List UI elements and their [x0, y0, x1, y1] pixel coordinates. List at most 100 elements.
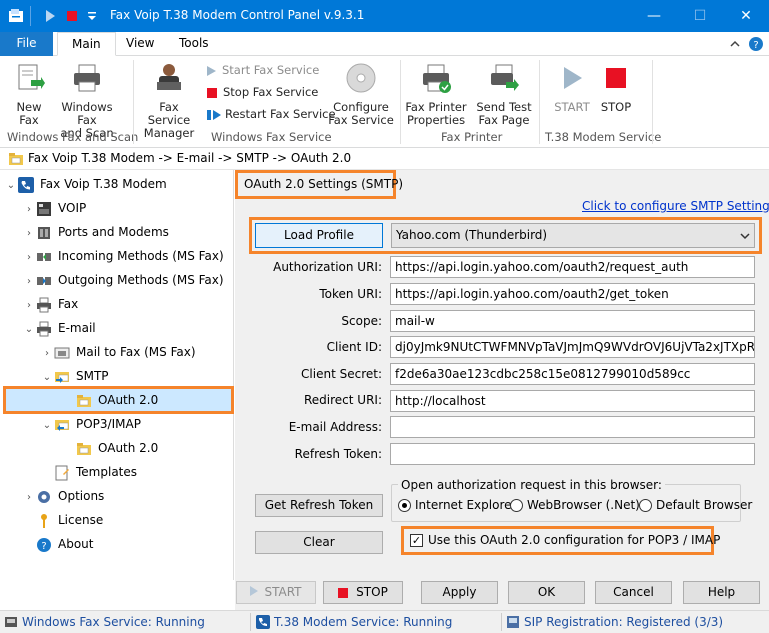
ribbon-start-button[interactable]: START — [552, 62, 592, 114]
minimize-button[interactable]: — — [631, 0, 677, 32]
client-id-field[interactable]: dj0yJmk9NUtCTWFMNVpTaVJmJmQ9WVdrOVJ6UjVT… — [390, 336, 755, 358]
oauth-icon — [77, 442, 91, 455]
chevron-right-icon[interactable]: › — [22, 222, 36, 246]
stop-fax-service-button[interactable]: Stop Fax Service — [207, 83, 318, 101]
quick-access-dropdown-icon[interactable] — [84, 8, 100, 24]
restart-fax-service-button[interactable]: Restart Fax Service — [207, 105, 336, 123]
bottom-start-button[interactable]: START — [236, 581, 316, 604]
chevron-down-icon[interactable]: ⌄ — [40, 414, 54, 438]
tab-view[interactable]: View — [112, 32, 168, 56]
bottom-stop-button[interactable]: STOP — [323, 581, 403, 604]
load-profile-button[interactable]: Load Profile — [255, 223, 383, 248]
tree-node-about[interactable]: ? About — [36, 532, 93, 556]
outgoing-icon — [37, 276, 51, 285]
tree-node-options[interactable]: › Options — [22, 484, 104, 508]
fax-service-manager-button[interactable]: Fax Service Manager — [138, 62, 200, 140]
gear-icon — [38, 490, 50, 503]
tree-node-license[interactable]: License — [36, 508, 103, 532]
tree-node-root[interactable]: ⌄ Fax Voip T.38 Modem — [4, 172, 167, 196]
tree-node-pop3-oauth[interactable]: OAuth 2.0 — [76, 436, 158, 460]
chevron-right-icon[interactable]: › — [22, 270, 36, 294]
radio-webbrowser-net[interactable]: WebBrowser (.Net) — [510, 498, 640, 512]
configure-fax-service-label: Configure Fax Service — [328, 100, 394, 127]
radio-default-browser[interactable]: Default Browser — [639, 498, 752, 512]
refresh-token-field[interactable] — [390, 443, 755, 465]
send-test-fax-page-button[interactable]: Send Test Fax Page — [474, 62, 534, 127]
help-button[interactable]: Help — [683, 581, 760, 604]
tree-node-ports[interactable]: › Ports and Modems — [22, 220, 169, 244]
chevron-right-icon[interactable]: › — [22, 294, 36, 318]
token-uri-field[interactable]: https://api.login.yahoo.com/oauth2/get_t… — [390, 283, 755, 305]
tab-tools[interactable]: Tools — [165, 32, 223, 56]
smtp-icon — [55, 371, 69, 383]
settings-panel: OAuth 2.0 Settings (SMTP) Click to confi… — [235, 170, 769, 580]
redirect-uri-field[interactable]: http://localhost — [390, 390, 755, 412]
chevron-right-icon[interactable]: › — [22, 486, 36, 510]
radio-selected-icon — [398, 499, 411, 512]
scope-field[interactable]: mail-w — [390, 310, 755, 332]
chevron-down-icon[interactable]: ⌄ — [4, 174, 18, 198]
tree-node-outgoing[interactable]: › Outgoing Methods (MS Fax) — [22, 268, 224, 292]
info-icon: ? — [37, 537, 51, 552]
breadcrumb: Fax Voip T.38 Modem -> E-mail -> SMTP ->… — [0, 148, 769, 170]
start-fax-service-button[interactable]: Start Fax Service — [207, 61, 319, 79]
cancel-button[interactable]: Cancel — [595, 581, 672, 604]
start-quick-icon[interactable] — [42, 8, 58, 24]
new-fax-button[interactable]: New Fax — [8, 62, 50, 127]
close-button[interactable]: ✕ — [723, 0, 769, 32]
radio-internet-explorer[interactable]: Internet Explorer — [398, 498, 516, 512]
windows-fax-scan-button[interactable]: Windows Fax and Scan — [50, 62, 124, 140]
tree-node-incoming[interactable]: › Incoming Methods (MS Fax) — [22, 244, 224, 268]
ok-button[interactable]: OK — [508, 581, 585, 604]
get-refresh-token-button[interactable]: Get Refresh Token — [255, 494, 383, 517]
collapse-ribbon-icon[interactable] — [728, 37, 742, 51]
client-id-label: Client ID: — [326, 340, 382, 354]
voip-icon — [37, 201, 51, 216]
tree-node-smtp-oauth[interactable]: OAuth 2.0 — [76, 388, 158, 412]
svg-text:?: ? — [753, 40, 758, 51]
apply-button[interactable]: Apply — [421, 581, 498, 604]
client-secret-field[interactable]: f2de6a30ae123cdbc258c15e0812799010d589cc — [390, 363, 755, 385]
tree-node-mail-to-fax[interactable]: › Mail to Fax (MS Fax) — [40, 340, 196, 364]
email-icon — [37, 321, 51, 336]
pop3-icon — [55, 419, 69, 431]
tree-node-pop3[interactable]: ⌄ POP3/IMAP — [40, 412, 141, 436]
configure-fax-service-button[interactable]: Configure Fax Service — [328, 62, 394, 127]
auth-uri-field[interactable]: https://api.login.yahoo.com/oauth2/reque… — [390, 256, 755, 278]
send-test-fax-icon — [491, 64, 519, 91]
refresh-token-label: Refresh Token: — [294, 447, 382, 461]
sip-registration-status: SIP Registration: Registered (3/3) — [524, 615, 724, 629]
fax-phone-icon — [18, 176, 34, 193]
tab-file[interactable]: File — [0, 32, 53, 56]
modem-icon — [38, 226, 50, 239]
tree-node-voip[interactable]: › VOIP — [22, 196, 86, 220]
tree-node-fax[interactable]: › Fax — [22, 292, 78, 316]
radio-icon — [510, 499, 523, 512]
tab-main[interactable]: Main — [57, 32, 116, 56]
email-label: E-mail Address: — [288, 420, 382, 434]
sip-registration-icon — [507, 616, 519, 628]
tree-node-smtp[interactable]: ⌄ SMTP — [40, 364, 109, 388]
ribbon-stop-button[interactable]: STOP — [596, 62, 636, 114]
chevron-down-icon[interactable]: ⌄ — [22, 318, 36, 342]
stop-quick-icon[interactable] — [64, 8, 80, 24]
templates-icon — [55, 465, 69, 480]
maximize-button[interactable]: ☐ — [677, 0, 723, 32]
profile-select[interactable]: Yahoo.com (Thunderbird) — [391, 223, 755, 248]
chevron-right-icon[interactable]: › — [40, 342, 54, 366]
t38-service-status: T.38 Modem Service: Running — [274, 615, 453, 629]
chevron-right-icon[interactable]: › — [22, 246, 36, 270]
use-for-pop3-checkbox[interactable]: ✓ Use this OAuth 2.0 configuration for PO… — [410, 533, 720, 547]
chevron-right-icon[interactable]: › — [22, 198, 36, 222]
send-test-fax-page-label: Send Test Fax Page — [476, 100, 532, 127]
clear-button[interactable]: Clear — [255, 531, 383, 554]
status-bar: Windows Fax Service: Running T.38 Modem … — [0, 610, 769, 633]
group-label-windows-fax-service: Windows Fax Service — [211, 130, 332, 144]
email-field[interactable] — [390, 416, 755, 438]
printer-icon — [74, 64, 100, 92]
tree-node-templates[interactable]: Templates — [54, 460, 137, 484]
help-icon[interactable]: ? — [748, 36, 764, 52]
fax-printer-properties-button[interactable]: Fax Printer Properties — [404, 62, 468, 127]
smtp-settings-link[interactable]: Click to configure SMTP Settings — [582, 199, 769, 213]
tree-node-email[interactable]: ⌄ E-mail — [22, 316, 96, 340]
